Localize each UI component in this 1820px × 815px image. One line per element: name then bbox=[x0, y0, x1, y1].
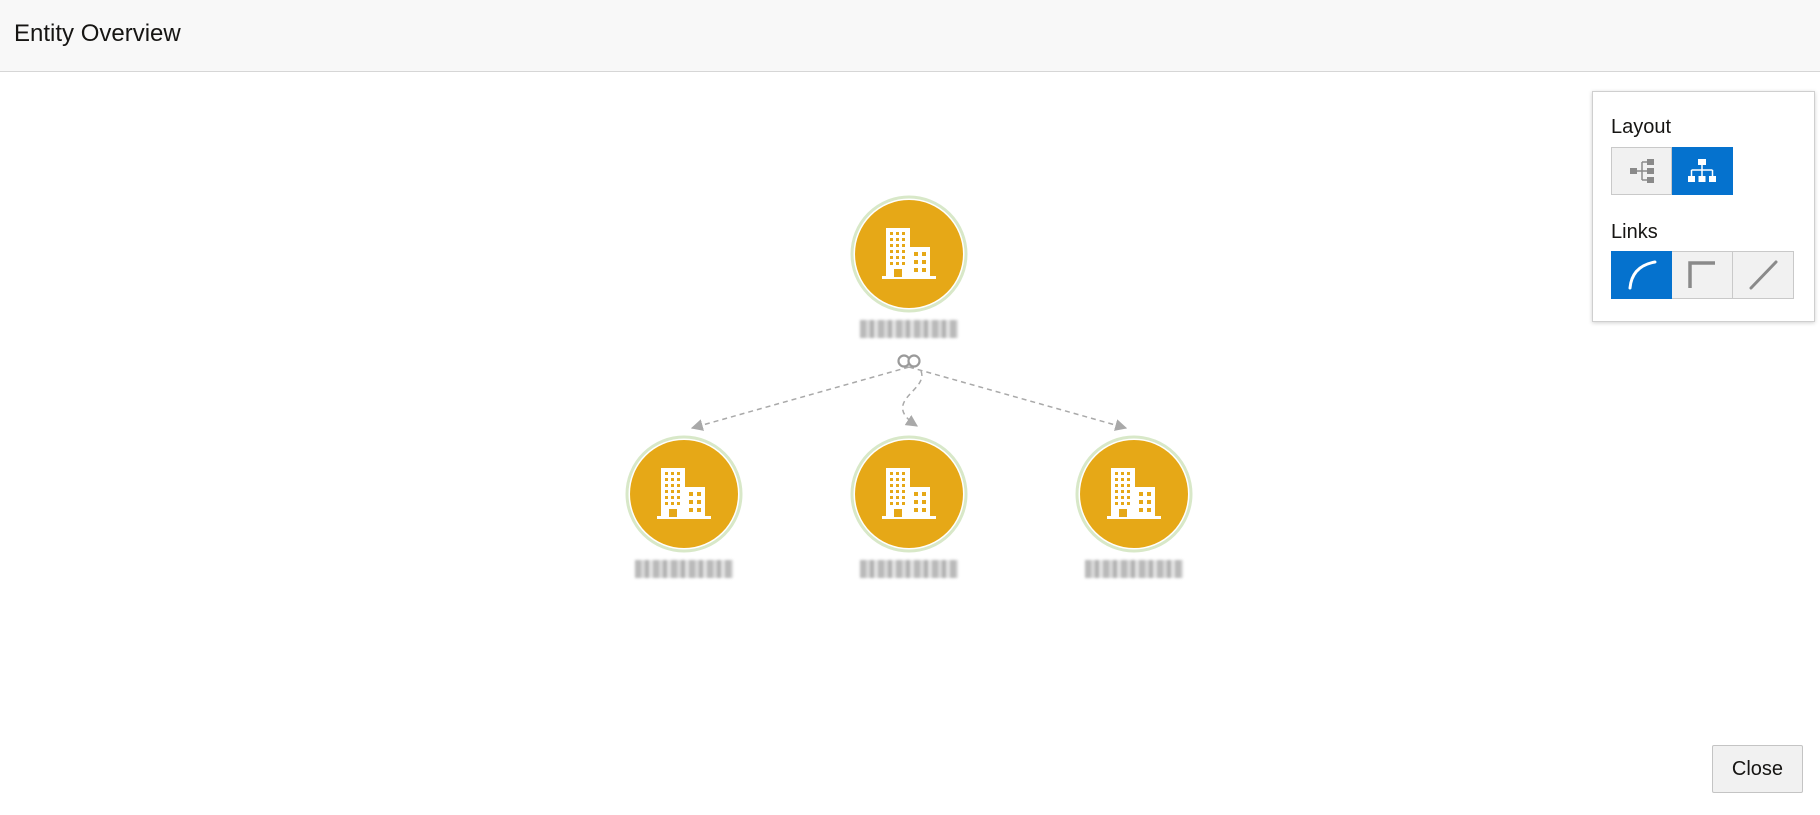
links-button-group bbox=[1611, 251, 1794, 299]
dialog-header: Entity Overview bbox=[0, 0, 1820, 72]
links-label: Links bbox=[1611, 221, 1658, 243]
redacted-label bbox=[860, 320, 958, 338]
graph-link[interactable] bbox=[908, 366, 1128, 431]
links-orthogonal-button[interactable] bbox=[1672, 251, 1733, 299]
entity-node[interactable] bbox=[1075, 435, 1193, 553]
vertical-tree-icon bbox=[1688, 159, 1716, 182]
graph-link[interactable] bbox=[901, 370, 923, 427]
links-straight-button[interactable] bbox=[1733, 251, 1794, 299]
entity-node[interactable] bbox=[850, 435, 968, 553]
redacted-label bbox=[860, 560, 958, 578]
close-button[interactable]: Close bbox=[1712, 745, 1803, 793]
redacted-label bbox=[1085, 560, 1183, 578]
graph-options-panel: Layout Links bbox=[1592, 91, 1815, 322]
straight-link-icon bbox=[1749, 260, 1778, 290]
orthogonal-link-icon bbox=[1688, 261, 1715, 288]
redacted-label bbox=[635, 560, 733, 578]
entity-node[interactable] bbox=[850, 195, 968, 313]
layout-horizontal-tree-button[interactable] bbox=[1611, 147, 1672, 195]
graph-canvas[interactable] bbox=[0, 73, 1820, 815]
curved-link-icon bbox=[1628, 260, 1656, 290]
layout-button-group bbox=[1611, 147, 1733, 195]
entity-graph[interactable] bbox=[0, 73, 1820, 815]
layout-label: Layout bbox=[1611, 116, 1672, 138]
entity-node[interactable] bbox=[625, 435, 743, 553]
links-curved-button[interactable] bbox=[1611, 251, 1672, 299]
infinity-icon[interactable] bbox=[897, 354, 921, 368]
horizontal-tree-icon bbox=[1629, 159, 1654, 183]
layout-vertical-tree-button[interactable] bbox=[1672, 147, 1733, 195]
graph-link[interactable] bbox=[690, 366, 910, 431]
page-title: Entity Overview bbox=[14, 20, 181, 47]
